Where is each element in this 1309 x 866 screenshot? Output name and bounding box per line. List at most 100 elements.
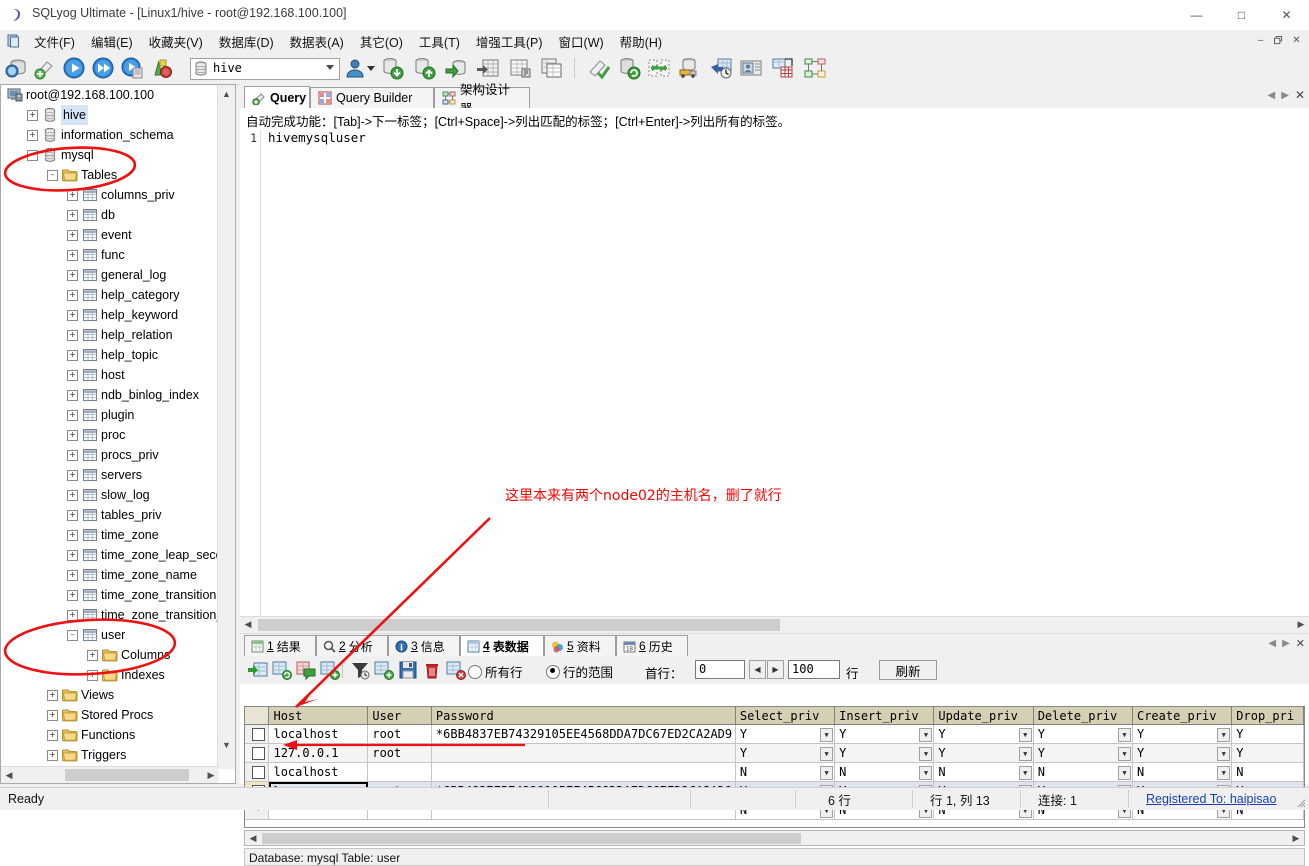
cell-dropdown-icon[interactable]: ▼ bbox=[1118, 728, 1131, 742]
grid-cell-privilege[interactable]: ▼Y bbox=[934, 725, 1033, 744]
new-query-tab-icon[interactable] bbox=[33, 56, 57, 80]
grid-scroll-right-icon[interactable]: ▶ bbox=[1288, 831, 1304, 845]
grid-cell[interactable]: localhost bbox=[269, 725, 368, 744]
tab-close-icon[interactable]: ✕ bbox=[1295, 88, 1305, 102]
cell-dropdown-icon[interactable]: ▼ bbox=[1217, 728, 1230, 742]
save-changes-icon[interactable] bbox=[398, 660, 418, 680]
schema-designer-icon[interactable] bbox=[803, 56, 827, 80]
scroll-down-icon[interactable]: ▼ bbox=[218, 736, 235, 753]
tree-node[interactable]: +Functions bbox=[1, 725, 219, 745]
grid-cell[interactable] bbox=[368, 763, 432, 782]
grid-cell-privilege[interactable]: ▼Y bbox=[1033, 744, 1132, 763]
tree-expander-expand[interactable]: + bbox=[67, 570, 78, 581]
tree-node[interactable]: –Tables bbox=[1, 165, 219, 185]
cell-dropdown-icon[interactable]: ▼ bbox=[919, 747, 932, 761]
menu-database[interactable]: 数据库(D) bbox=[211, 30, 282, 53]
cell-dropdown-icon[interactable]: ▼ bbox=[919, 766, 932, 780]
menu-window[interactable]: 窗口(W) bbox=[551, 30, 612, 53]
execute-query-icon[interactable] bbox=[62, 56, 86, 80]
tree-node[interactable]: +servers bbox=[1, 465, 219, 485]
tree-expander-expand[interactable]: + bbox=[67, 470, 78, 481]
tree-expander-expand[interactable]: + bbox=[67, 290, 78, 301]
cell-dropdown-icon[interactable]: ▼ bbox=[820, 728, 833, 742]
grid-scroll-thumb[interactable] bbox=[262, 833, 801, 844]
tree-node[interactable]: +general_log bbox=[1, 265, 219, 285]
status-registration-link[interactable]: Registered To: haipisao bbox=[1146, 788, 1276, 810]
result-tab-2[interactable]: 2分析 bbox=[316, 635, 388, 656]
grid-cell-privilege[interactable]: ▼N bbox=[934, 763, 1033, 782]
maximize-button[interactable]: □ bbox=[1219, 0, 1264, 30]
edit-row-icon[interactable] bbox=[296, 660, 316, 680]
result-tab-5[interactable]: 5资料 bbox=[544, 635, 616, 656]
sync-database-icon[interactable] bbox=[617, 56, 641, 80]
scheduled-backup-icon[interactable] bbox=[709, 56, 733, 80]
tree-expander-expand[interactable]: + bbox=[67, 550, 78, 561]
mdi-restore-button[interactable] bbox=[1270, 32, 1287, 49]
tree-expander-expand[interactable]: + bbox=[67, 370, 78, 381]
duplicate-row-icon[interactable] bbox=[272, 660, 292, 680]
row-checkbox[interactable] bbox=[252, 728, 265, 741]
all-rows-radio-indicator[interactable] bbox=[468, 665, 482, 679]
cell-dropdown-icon[interactable]: ▼ bbox=[1019, 728, 1032, 742]
grid-row-checkbox-cell[interactable] bbox=[245, 744, 269, 763]
tree-node[interactable]: +hive bbox=[1, 105, 219, 125]
sql-editor-content[interactable]: hivemysqluser bbox=[268, 130, 366, 146]
tree-vertical-scrollbar[interactable]: ▲ ▼ bbox=[217, 85, 235, 769]
tree-expander-expand[interactable]: + bbox=[47, 730, 58, 741]
grid-cell-privilege[interactable]: ▼Y bbox=[934, 744, 1033, 763]
tree-expander-expand[interactable]: + bbox=[47, 690, 58, 701]
row-range-radio-indicator[interactable] bbox=[546, 665, 560, 679]
tree-node[interactable]: +Indexes bbox=[1, 665, 219, 685]
editor-scroll-left-icon[interactable]: ◀ bbox=[240, 617, 256, 631]
delete-row-icon[interactable] bbox=[422, 660, 442, 680]
tree-expander-expand[interactable]: + bbox=[67, 490, 78, 501]
grid-cell[interactable]: localhost bbox=[269, 763, 368, 782]
grid-cell-privilege[interactable]: ▼Y bbox=[735, 744, 834, 763]
row-limit-input[interactable]: 100 bbox=[788, 660, 840, 679]
editor-tab-1[interactable]: Query bbox=[244, 86, 310, 108]
result-tab-prev-icon[interactable]: ◀ bbox=[1268, 638, 1276, 649]
grid-cell[interactable]: 127.0.0.1 bbox=[269, 744, 368, 763]
grid-cell[interactable] bbox=[431, 744, 735, 763]
tree-expander-expand[interactable]: + bbox=[67, 610, 78, 621]
user-manager-icon[interactable] bbox=[343, 56, 367, 80]
tree-expander-expand[interactable]: + bbox=[67, 190, 78, 201]
grid-cell-privilege[interactable]: ▼N bbox=[1033, 763, 1132, 782]
chevron-down-icon[interactable] bbox=[326, 65, 334, 70]
menu-table[interactable]: 数据表(A) bbox=[282, 30, 352, 53]
tree-node[interactable]: +Triggers bbox=[1, 745, 219, 765]
menu-edit[interactable]: 编辑(E) bbox=[83, 30, 141, 53]
tree-expander-expand[interactable]: + bbox=[47, 750, 58, 761]
grid-cell-privilege[interactable]: ▼N bbox=[735, 763, 834, 782]
scroll-up-icon[interactable]: ▲ bbox=[218, 85, 235, 102]
grid-row[interactable]: localhost▼N▼N▼N▼N▼NN bbox=[245, 763, 1304, 782]
tree-node[interactable]: +help_keyword bbox=[1, 305, 219, 325]
grid-column-header[interactable]: Create_priv bbox=[1132, 707, 1231, 725]
grid-select-all-corner[interactable] bbox=[245, 707, 269, 725]
cell-dropdown-icon[interactable]: ▼ bbox=[1019, 766, 1032, 780]
grid-cell-privilege[interactable]: ▼N bbox=[1132, 763, 1231, 782]
tree-node[interactable]: +Stored Procs bbox=[1, 705, 219, 725]
execute-query-current-icon[interactable] bbox=[120, 56, 144, 80]
cell-dropdown-icon[interactable]: ▼ bbox=[820, 766, 833, 780]
grid-cell-privilege[interactable]: ▼Y bbox=[735, 725, 834, 744]
cell-dropdown-icon[interactable]: ▼ bbox=[919, 728, 932, 742]
tab-prev-icon[interactable]: ◀ bbox=[1268, 90, 1276, 101]
tree-expander-expand[interactable]: + bbox=[67, 350, 78, 361]
all-rows-radio[interactable]: 所有行 bbox=[468, 662, 523, 681]
tree-node[interactable]: +Views bbox=[1, 685, 219, 705]
menu-other[interactable]: 其它(O) bbox=[352, 30, 411, 53]
tree-expander-expand[interactable]: + bbox=[67, 530, 78, 541]
grid-cell[interactable]: root bbox=[368, 744, 432, 763]
grid-column-header[interactable]: Drop_pri bbox=[1232, 707, 1304, 725]
minimize-button[interactable]: — bbox=[1174, 0, 1219, 30]
row-checkbox[interactable] bbox=[252, 766, 265, 779]
tree-node[interactable]: +slow_log bbox=[1, 485, 219, 505]
refresh-row-icon[interactable] bbox=[320, 660, 340, 680]
tree-node[interactable]: +func bbox=[1, 245, 219, 265]
tree-expander-expand[interactable]: + bbox=[87, 650, 98, 661]
grid-row-checkbox-cell[interactable] bbox=[245, 763, 269, 782]
tree-expander-expand[interactable]: + bbox=[67, 410, 78, 421]
add-filter-icon[interactable] bbox=[374, 660, 394, 680]
tree-node[interactable]: +time_zone_leap_second bbox=[1, 545, 219, 565]
